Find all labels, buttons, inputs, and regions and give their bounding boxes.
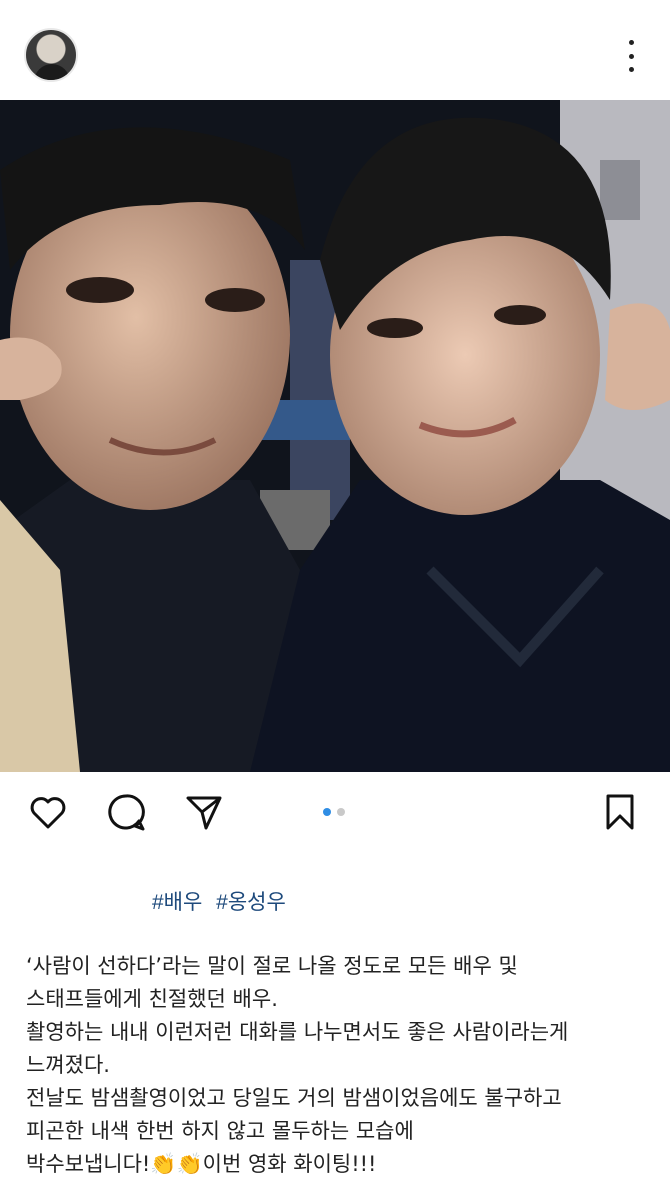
caption-line: ‘사람이 선하다’라는 말이 절로 나올 정도로 모든 배우 및 [26, 954, 518, 978]
comment-icon[interactable] [106, 792, 146, 832]
caption-line: 피곤한 내색 한번 하지 않고 몰두하는 모습에 [26, 1119, 414, 1143]
caption-line: 박수보냅니다!👏👏이번 영화 화이팅!!! [26, 1152, 377, 1176]
hashtag-list: #배우 #옹성우 [152, 886, 294, 916]
heart-icon[interactable] [28, 792, 68, 832]
more-vertical-icon[interactable] [619, 40, 643, 72]
more-dot [628, 40, 634, 45]
hashtag-link[interactable]: #옹성우 [216, 891, 286, 914]
hashtag-link[interactable]: #배우 [152, 891, 202, 914]
post-header [0, 0, 670, 100]
caption-line: 촬영하는 내내 이런저런 대화를 나누면서도 좋은 사람이라는게 [26, 1020, 569, 1044]
photo-illustration [0, 100, 670, 772]
carousel-dot [337, 808, 345, 816]
more-dot [628, 67, 634, 72]
more-dot [628, 53, 634, 59]
post-actions [0, 772, 670, 850]
post-photo[interactable] [0, 100, 670, 772]
post-caption: ‘사람이 선하다’라는 말이 절로 나올 정도로 모든 배우 및 스태프들에게 … [26, 950, 656, 1181]
caption-line: 전날도 밤샘촬영이었고 당일도 거의 밤샘이었음에도 불구하고 [26, 1086, 562, 1110]
profile-avatar[interactable] [24, 28, 78, 82]
carousel-indicator [323, 807, 347, 817]
carousel-dot-active [323, 808, 331, 816]
caption-line: 느껴졌다. [26, 1053, 110, 1077]
caption-line: 스태프들에게 친절했던 배우. [26, 987, 278, 1011]
share-icon[interactable] [184, 792, 224, 832]
bookmark-icon[interactable] [600, 792, 640, 832]
